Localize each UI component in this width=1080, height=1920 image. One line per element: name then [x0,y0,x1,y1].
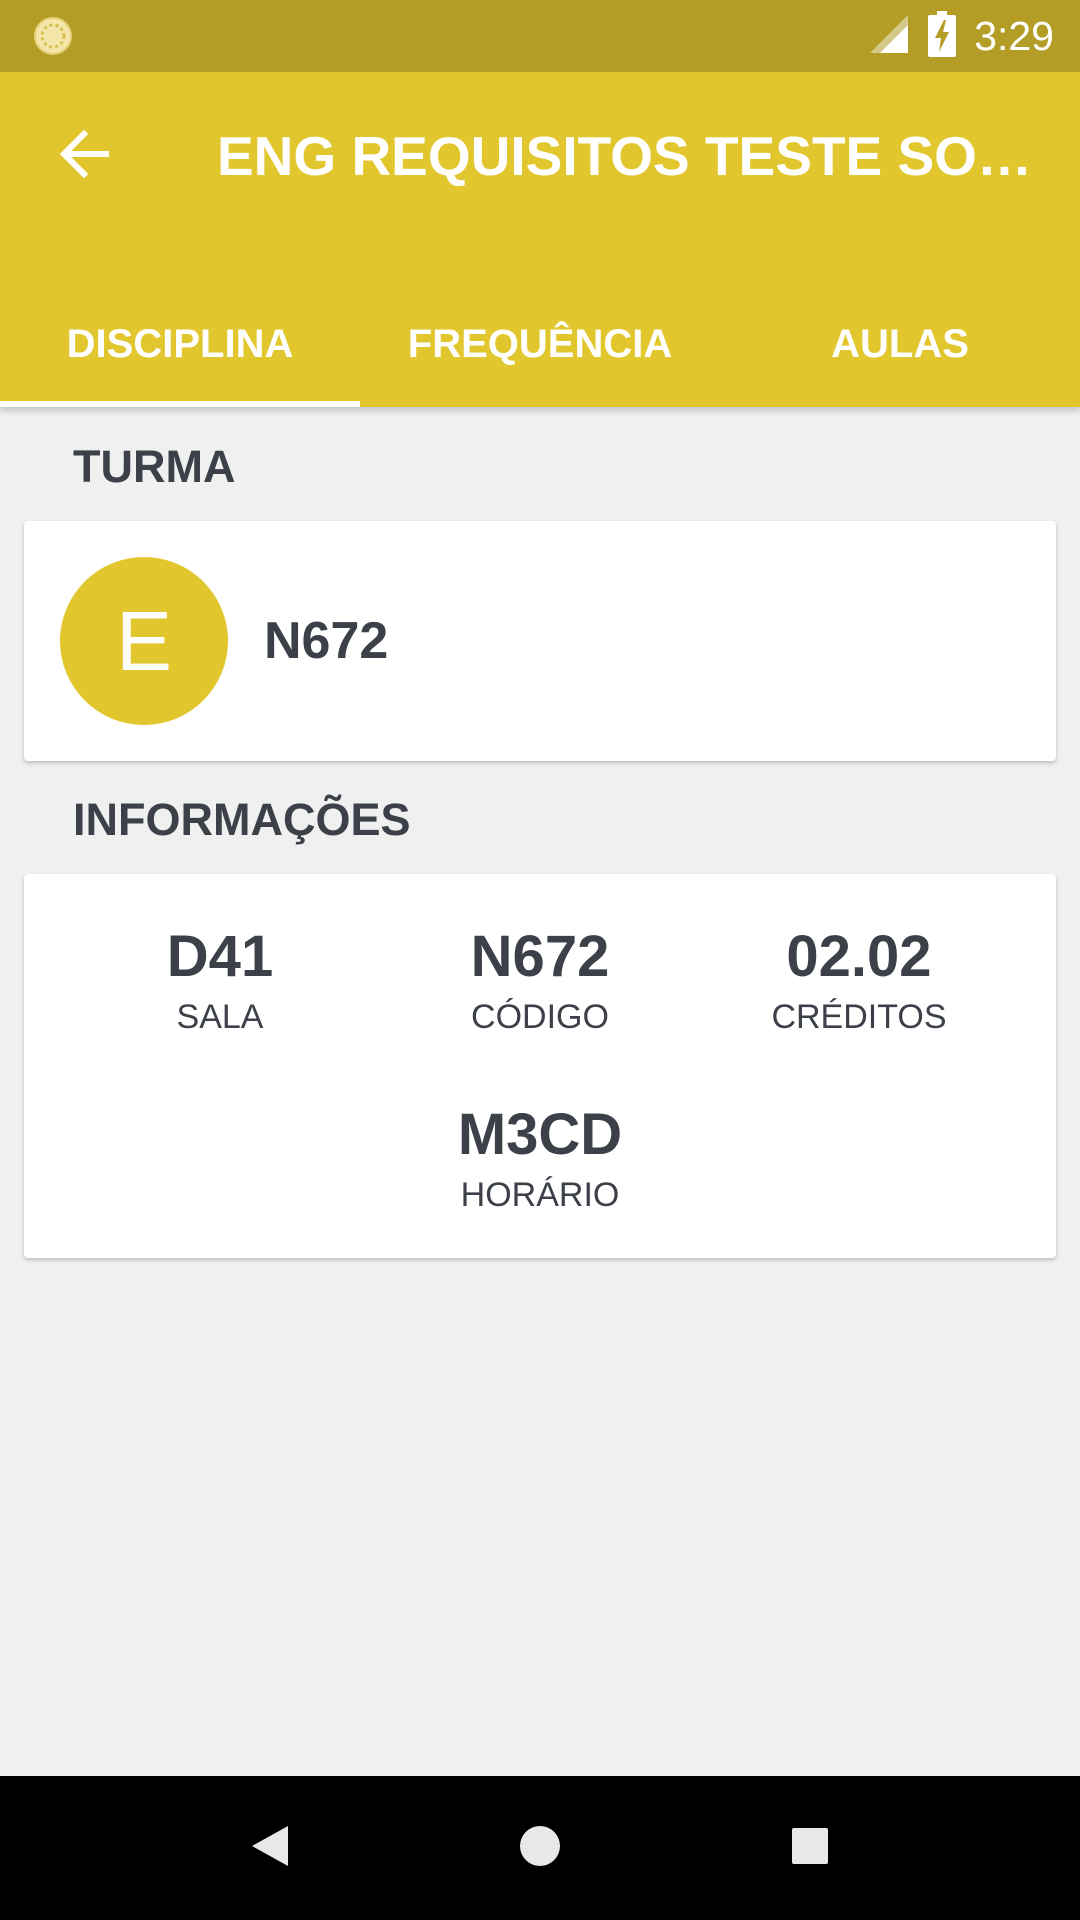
nav-home-button[interactable] [504,1812,576,1884]
cell-signal-icon [868,13,910,60]
nav-recents-button[interactable] [774,1812,846,1884]
info-label: CÓDIGO [471,998,609,1036]
tab-bar: DISCIPLINA FREQUÊNCIA AULAS [0,294,1080,407]
turma-name: N672 [264,612,389,670]
section-title-turma: TURMA [73,441,236,492]
avatar-letter: E [115,593,173,688]
app-bar: ENG REQUISITOS TESTE SOFTWARE DISCIPLINA… [0,72,1080,407]
back-button[interactable] [50,122,118,190]
navigation-bar [0,1776,1080,1920]
info-value: 02.02 [786,924,932,989]
info-codigo: N672 CÓDIGO [381,923,699,1039]
battery-charging-icon [928,10,957,62]
turma-card[interactable]: E N672 [24,521,1056,761]
tab-frequencia[interactable]: FREQUÊNCIA [360,294,720,407]
info-value: D41 [166,924,274,989]
status-bar: 3:29 [0,0,1080,72]
arrow-left-icon [58,128,110,185]
info-creditos: 02.02 CRÉDITOS [700,923,1018,1039]
info-label: CRÉDITOS [771,998,947,1036]
section-title-informacoes: INFORMAÇÕES [73,794,411,845]
status-right: 3:29 [868,0,1054,72]
status-time: 3:29 [974,12,1054,59]
info-label: SALA [176,998,264,1036]
informacoes-card: D41 SALA N672 CÓDIGO 02.02 CRÉDITOS M3CD… [24,874,1056,1258]
tab-aulas[interactable]: AULAS [720,294,1080,407]
info-horario: M3CD HORÁRIO [381,1101,699,1217]
tab-indicator [0,401,360,407]
toolbar-title: ENG REQUISITOS TESTE SOFTWARE [217,125,1037,187]
info-sala: D41 SALA [61,923,379,1039]
info-value: M3CD [457,1102,623,1167]
avatar: E [60,557,228,725]
recents-square-icon [790,1826,830,1871]
app-notification-icon [33,16,73,56]
info-value: N672 [470,924,610,989]
nav-back-button[interactable] [234,1812,306,1884]
info-label: HORÁRIO [460,1176,620,1214]
home-circle-icon [518,1824,562,1873]
tab-disciplina[interactable]: DISCIPLINA [0,294,360,407]
back-triangle-icon [248,1824,292,1873]
screen: 3:29 ENG REQUISITOS TESTE SOFTWARE DISCI… [0,0,1080,1920]
